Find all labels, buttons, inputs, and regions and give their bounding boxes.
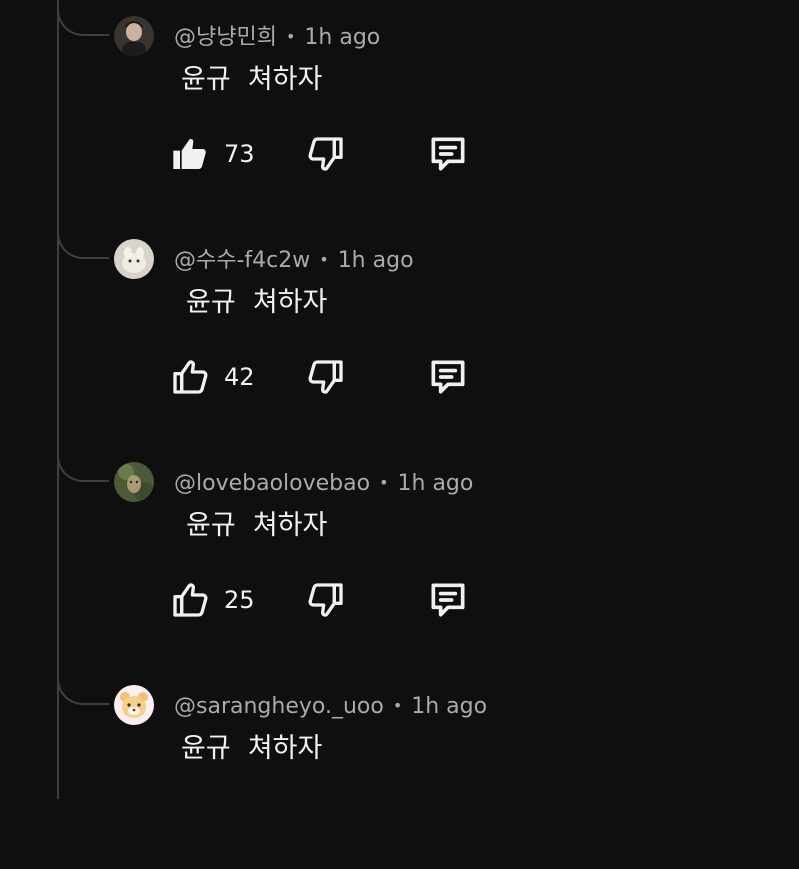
reply-button[interactable] xyxy=(426,132,470,176)
thumbs-down-icon xyxy=(306,580,346,620)
avatar[interactable] xyxy=(114,462,154,502)
thread-connector xyxy=(57,189,109,259)
comment-meta: @냥냥민희 • 1h ago xyxy=(174,22,380,53)
separator-dot: • xyxy=(379,473,389,492)
timestamp[interactable]: 1h ago xyxy=(398,471,474,496)
author-name[interactable]: @lovebaolovebao xyxy=(174,471,370,496)
thumbs-down-icon xyxy=(306,134,346,174)
like-button[interactable]: 73 xyxy=(170,132,255,176)
reply-icon xyxy=(426,355,470,399)
dislike-button[interactable] xyxy=(306,355,346,399)
comment-meta: @수수-f4c2w • 1h ago xyxy=(174,245,414,276)
dislike-button[interactable] xyxy=(306,578,346,622)
comment-actions: 73 xyxy=(170,132,490,176)
avatar[interactable] xyxy=(114,239,154,279)
author-name[interactable]: @sarangheyo._uoo xyxy=(174,694,384,719)
separator-dot: • xyxy=(285,27,296,46)
comment-text: 윤규 쳐하자 xyxy=(181,733,323,764)
separator-dot: • xyxy=(319,250,329,269)
like-button[interactable]: 25 xyxy=(170,578,255,622)
thumbs-down-icon xyxy=(306,357,346,397)
comment-text: 윤규 쳐하자 xyxy=(186,287,328,318)
reply-button[interactable] xyxy=(426,578,470,622)
comment-item: @수수-f4c2w • 1h ago 윤규 쳐하자 42 xyxy=(0,189,799,423)
thread-connector xyxy=(57,0,109,36)
dislike-button[interactable] xyxy=(306,132,346,176)
avatar[interactable] xyxy=(114,16,154,56)
comment-item: @냥냥민희 • 1h ago 윤규 쳐하자 73 xyxy=(0,0,799,200)
like-count: 25 xyxy=(224,586,255,614)
timestamp[interactable]: 1h ago xyxy=(304,25,380,50)
timestamp[interactable]: 1h ago xyxy=(411,694,487,719)
author-name[interactable]: @냥냥민희 xyxy=(174,25,277,50)
like-count: 42 xyxy=(224,363,255,391)
comment-text: 윤규 쳐하자 xyxy=(186,510,328,541)
thread-connector xyxy=(57,412,109,482)
reply-icon xyxy=(426,132,470,176)
thumbs-up-icon xyxy=(170,580,210,620)
avatar[interactable] xyxy=(114,685,154,725)
comment-text: 윤규 쳐하자 xyxy=(181,64,323,95)
thumbs-up-icon xyxy=(170,134,210,174)
comment-actions: 25 xyxy=(170,578,490,622)
comment-item: @lovebaolovebao • 1h ago 윤규 쳐하자 25 xyxy=(0,412,799,646)
like-count: 73 xyxy=(224,140,255,168)
separator-dot: • xyxy=(392,696,403,715)
comment-item: @sarangheyo._uoo • 1h ago 윤규 쳐하자 xyxy=(0,635,799,869)
thumbs-up-icon xyxy=(170,357,210,397)
comment-actions: 42 xyxy=(170,355,490,399)
timestamp[interactable]: 1h ago xyxy=(338,248,414,273)
like-button[interactable]: 42 xyxy=(170,355,255,399)
comment-meta: @lovebaolovebao • 1h ago xyxy=(174,468,473,499)
author-name[interactable]: @수수-f4c2w xyxy=(174,248,310,273)
comment-meta: @sarangheyo._uoo • 1h ago xyxy=(174,691,487,722)
reply-button[interactable] xyxy=(426,355,470,399)
thread-connector xyxy=(57,635,109,705)
reply-icon xyxy=(426,578,470,622)
